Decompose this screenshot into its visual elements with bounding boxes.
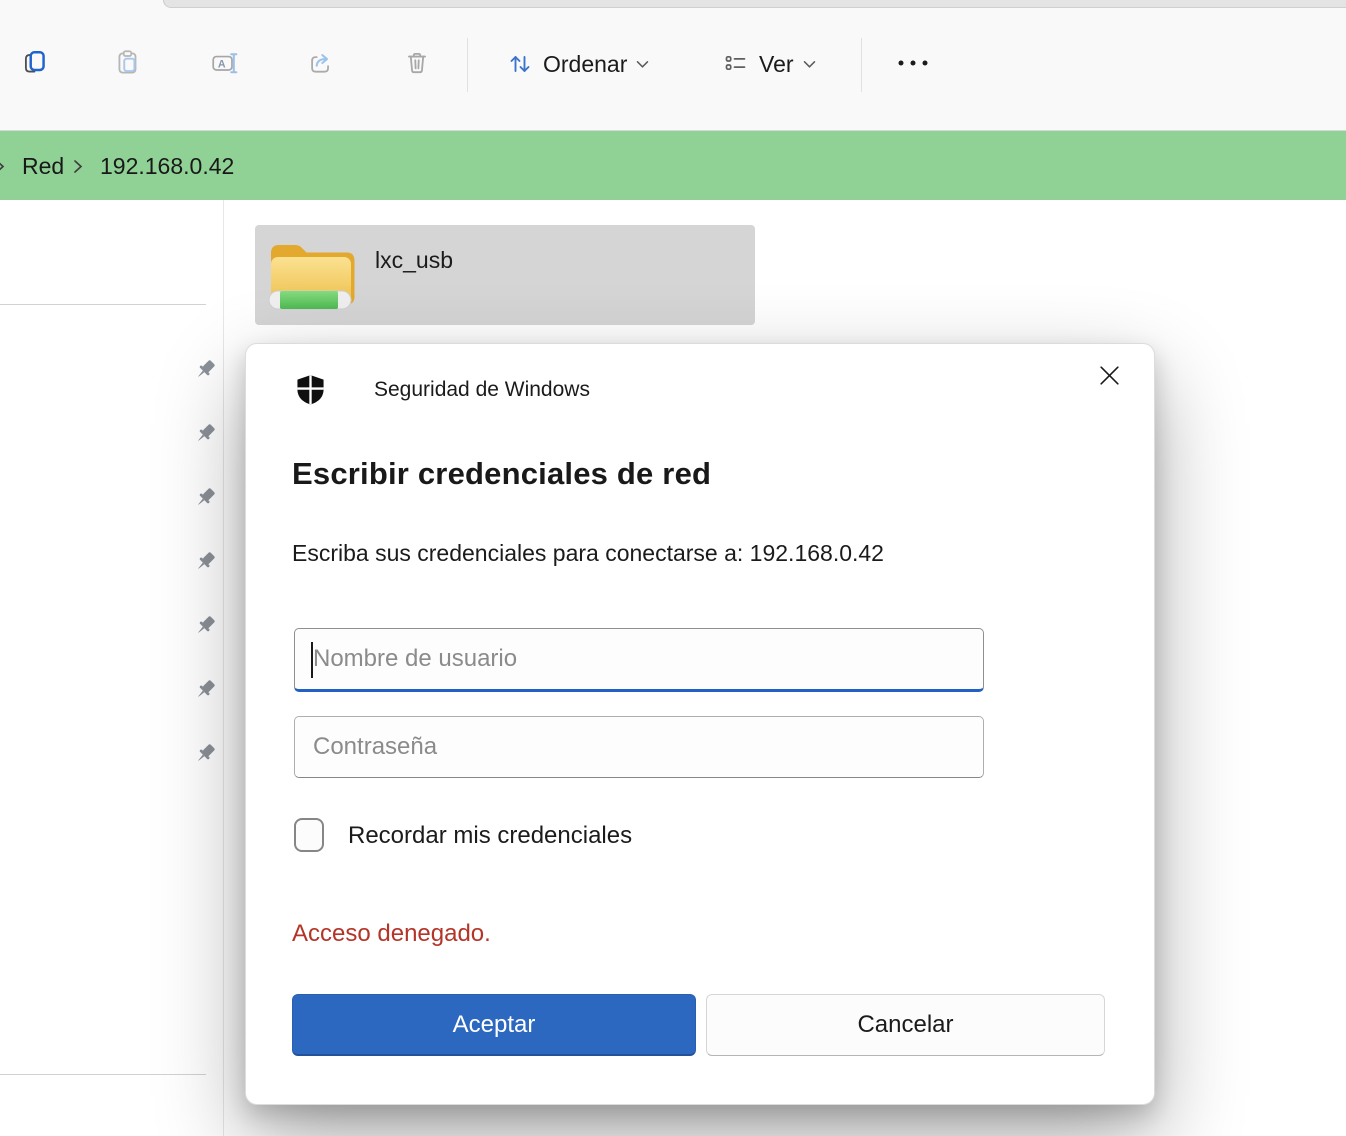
chevron-right-icon [0, 131, 5, 201]
close-button[interactable] [1084, 352, 1134, 402]
cancel-button[interactable]: Cancelar [706, 994, 1105, 1056]
sidebar-separator [0, 1074, 206, 1075]
breadcrumb-item-red[interactable]: Red [22, 131, 64, 201]
sidebar-pinned-item[interactable] [190, 421, 220, 451]
toolbar-divider [861, 38, 862, 92]
sidebar-separator [0, 304, 206, 305]
chevron-down-icon [803, 60, 816, 69]
ok-button[interactable]: Aceptar [292, 994, 696, 1056]
sidebar-pinned-item[interactable] [190, 485, 220, 515]
rename-icon: A [210, 48, 240, 81]
dialog-heading: Escribir credenciales de red [292, 456, 711, 492]
more-icon [893, 49, 933, 80]
text-caret [311, 642, 313, 678]
sidebar-pinned-item[interactable] [190, 741, 220, 771]
sort-icon [506, 50, 534, 78]
tab-strip-remainder [163, 0, 1346, 8]
sidebar-pinned-item[interactable] [190, 613, 220, 643]
access-denied-error: Acceso denegado. [292, 920, 491, 948]
share-icon [306, 48, 336, 81]
sidebar-pinned-item[interactable] [190, 549, 220, 579]
pin-icon [192, 357, 218, 388]
delete-button[interactable] [395, 42, 439, 86]
sort-menu-button[interactable]: Ordenar [496, 38, 659, 90]
copy-button[interactable] [13, 42, 57, 86]
sidebar-pinned-item[interactable] [190, 677, 220, 707]
pin-icon [192, 549, 218, 580]
address-bar[interactable]: Red 192.168.0.42 [0, 130, 1346, 200]
file-name-label: lxc_usb [375, 247, 453, 274]
sort-menu-label: Ordenar [543, 51, 627, 78]
pin-icon [192, 741, 218, 772]
pin-icon [192, 485, 218, 516]
chevron-right-icon [73, 131, 83, 201]
delete-icon [402, 48, 432, 81]
share-button[interactable] [299, 42, 343, 86]
view-icon [722, 50, 750, 78]
pin-icon [192, 613, 218, 644]
dialog-app-title: Seguridad de Windows [374, 378, 590, 402]
username-input[interactable] [294, 628, 984, 692]
rename-button[interactable]: A [203, 42, 247, 86]
toolbar-area [0, 0, 1346, 130]
paste-icon [113, 48, 143, 81]
sidebar-pinned-item[interactable] [190, 357, 220, 387]
password-input[interactable] [294, 716, 984, 778]
chevron-down-icon [636, 60, 649, 69]
more-options-button[interactable] [886, 42, 940, 86]
close-icon [1097, 363, 1122, 391]
windows-security-shield-icon [294, 373, 327, 411]
remember-credentials-label: Recordar mis credenciales [348, 822, 632, 850]
navigation-pane-divider [223, 200, 224, 1136]
pin-icon [192, 421, 218, 452]
dialog-description: Escriba sus credenciales para conectarse… [292, 540, 884, 567]
view-menu-label: Ver [759, 51, 794, 78]
copy-icon [20, 48, 50, 81]
file-item-lxc-usb[interactable]: lxc_usb [255, 225, 755, 325]
pin-icon [192, 677, 218, 708]
network-folder-icon [267, 233, 355, 324]
view-menu-button[interactable]: Ver [712, 38, 826, 90]
breadcrumb-item-host[interactable]: 192.168.0.42 [100, 131, 234, 201]
paste-button[interactable] [106, 42, 150, 86]
windows-security-dialog: Seguridad de Windows Escribir credencial… [245, 343, 1155, 1105]
svg-text:A: A [218, 58, 226, 70]
remember-credentials-checkbox[interactable] [294, 818, 324, 852]
toolbar-divider [467, 38, 468, 92]
